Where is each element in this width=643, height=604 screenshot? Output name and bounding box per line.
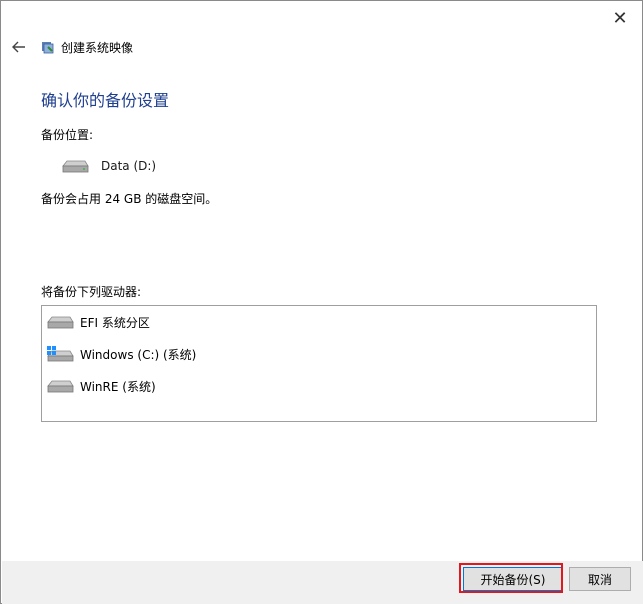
drives-label: 将备份下列驱动器: <box>41 285 142 299</box>
back-arrow-icon[interactable] <box>10 38 28 56</box>
drives-list[interactable]: EFI 系统分区 Windows (C:) (系统) WinRE (系统) <box>41 305 597 422</box>
drive-icon <box>62 160 89 173</box>
list-item[interactable]: EFI 系统分区 <box>46 311 150 333</box>
space-note: 备份会占用 24 GB 的磁盘空间。 <box>41 192 218 206</box>
windows-drive-icon <box>47 346 74 362</box>
page-title: 确认你的备份设置 <box>41 91 170 110</box>
drive-label: EFI 系统分区 <box>80 315 150 330</box>
drive-icon <box>47 316 74 329</box>
list-item[interactable]: Windows (C:) (系统) <box>46 343 196 365</box>
dialog-window: ✕ 创建系统映像 确认你的备份设置 备份位置: Data (D:) 备份会占用 … <box>0 0 643 604</box>
close-button[interactable]: ✕ <box>610 9 630 29</box>
window-title: 创建系统映像 <box>61 41 134 55</box>
drive-label: WinRE (系统) <box>80 379 156 394</box>
backup-location-label: 备份位置: <box>41 128 94 142</box>
cancel-button[interactable]: 取消 <box>569 567 631 591</box>
system-image-icon <box>42 42 54 54</box>
drive-label: Windows (C:) (系统) <box>80 347 197 362</box>
start-backup-button[interactable]: 开始备份(S) <box>463 567 563 591</box>
list-item[interactable]: WinRE (系统) <box>46 375 156 397</box>
drive-icon <box>47 380 74 393</box>
backup-location-drive: Data (D:) <box>101 159 157 173</box>
